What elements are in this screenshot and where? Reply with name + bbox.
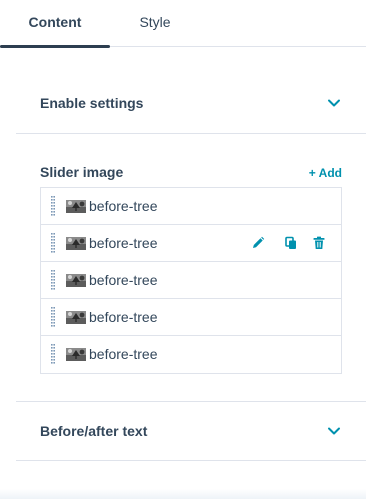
tab-style[interactable]: Style	[110, 0, 200, 46]
section-divider	[16, 401, 366, 402]
before-after-text-header[interactable]: Before/after text	[40, 420, 342, 444]
add-slide-button[interactable]: + Add	[309, 166, 342, 180]
image-thumbnail	[66, 237, 86, 250]
copy-icon[interactable]	[284, 236, 298, 250]
list-item[interactable]: before-tree	[41, 336, 341, 373]
tab-bar: Content Style	[0, 0, 366, 48]
drag-handle-icon[interactable]	[51, 233, 55, 253]
panel-footer-shadow	[0, 489, 366, 499]
list-item[interactable]: before-tree	[41, 262, 341, 299]
pencil-icon[interactable]	[251, 236, 265, 250]
enable-settings-header[interactable]: Enable settings	[40, 92, 342, 116]
list-item-label: before-tree	[89, 272, 158, 288]
image-thumbnail	[66, 274, 86, 287]
before-after-text-title: Before/after text	[40, 423, 148, 439]
list-item[interactable]: before-tree	[41, 225, 341, 262]
drag-handle-icon[interactable]	[51, 344, 55, 364]
list-item-label: before-tree	[89, 198, 158, 214]
image-thumbnail	[66, 200, 86, 213]
list-item-label: before-tree	[89, 346, 158, 362]
section-divider	[16, 133, 366, 134]
slider-image-label: Slider image	[40, 164, 124, 180]
list-item-label: before-tree	[89, 235, 158, 251]
section-divider	[16, 460, 366, 461]
chevron-down-icon[interactable]	[326, 95, 342, 111]
drag-handle-icon[interactable]	[51, 270, 55, 290]
list-item-label: before-tree	[89, 309, 158, 325]
list-item[interactable]: before-tree	[41, 188, 341, 225]
drag-handle-icon[interactable]	[51, 196, 55, 216]
tab-content[interactable]: Content	[0, 0, 110, 48]
list-item[interactable]: before-tree	[41, 299, 341, 336]
drag-handle-icon[interactable]	[51, 307, 55, 327]
chevron-down-icon[interactable]	[326, 423, 342, 439]
enable-settings-title: Enable settings	[40, 95, 144, 111]
image-thumbnail	[66, 348, 86, 361]
image-thumbnail	[66, 311, 86, 324]
slider-image-list: before-tree before-tree before-tree befo…	[40, 187, 342, 374]
trash-icon[interactable]	[312, 236, 326, 250]
